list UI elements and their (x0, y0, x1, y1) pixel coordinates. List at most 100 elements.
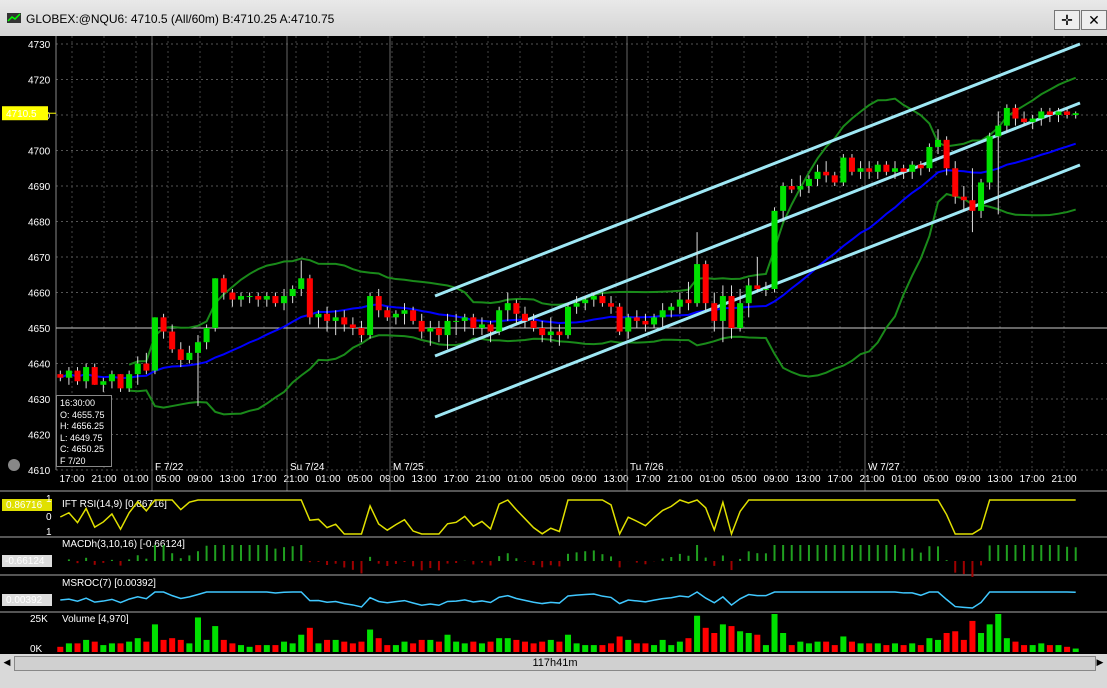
candle-body (608, 303, 615, 307)
candle-body (246, 296, 253, 298)
candle-body (694, 264, 701, 304)
volume-bar (909, 643, 916, 652)
candle-body (754, 285, 761, 289)
candle-body (134, 363, 141, 375)
candle-body (848, 157, 855, 172)
volume-bar (427, 639, 434, 652)
candle-body (762, 288, 769, 290)
volume-bar (83, 639, 90, 652)
time-tick-label: 01:00 (123, 474, 148, 485)
volume-bar (719, 624, 726, 652)
volume-bar (281, 641, 288, 652)
candle-body (298, 278, 305, 289)
chart-canvas[interactable]: 4730472047104700469046804670466046504640… (0, 0, 1107, 654)
scroll-right-icon[interactable]: ▶ (1094, 656, 1106, 669)
candle-body (410, 310, 417, 321)
time-tick-label: 05:00 (155, 474, 180, 485)
candle-body (160, 317, 167, 332)
candle-body (57, 374, 64, 378)
scroll-range-label: 117h41m (532, 657, 578, 669)
volume-bar (556, 641, 563, 652)
candle-body (74, 370, 81, 382)
tooltip-low: L: 4649.75 (60, 432, 103, 443)
candle-body (831, 175, 838, 183)
candle-body (367, 296, 374, 336)
volume-bar (91, 641, 98, 652)
candle-body (599, 296, 606, 304)
volume-bar (74, 643, 81, 652)
price-tick-label: 4700 (28, 147, 51, 158)
time-scrollbar[interactable]: ◀ 117h41m ▶ (0, 654, 1107, 688)
time-tick-label: 09:00 (187, 474, 212, 485)
volume-bar (453, 641, 460, 652)
candle-body (900, 168, 907, 172)
volume-bar (573, 643, 580, 652)
candle-body (203, 328, 210, 343)
volume-bar (134, 638, 141, 652)
volume-bar (521, 641, 528, 652)
candle-body (194, 342, 201, 353)
volume-bar (220, 639, 227, 652)
candle-body (547, 331, 554, 336)
candle-body (461, 317, 468, 321)
time-tick-label: 01:00 (315, 474, 340, 485)
candle-body (805, 178, 812, 186)
candle-body (1064, 111, 1071, 115)
volume-bar (194, 617, 201, 652)
price-tick-label: 4610 (28, 466, 51, 477)
volume-bar (840, 636, 847, 652)
time-tick-label: 21:00 (1051, 474, 1076, 485)
day-label: M 7/25 (393, 462, 424, 473)
tooltip-high: H: 4656.25 (60, 421, 105, 431)
price-tick-label: 4660 (28, 289, 51, 300)
candle-body (126, 374, 133, 389)
indicator-panel (0, 491, 1107, 537)
rsi-value-label: 0.86716 (6, 500, 43, 511)
candle-body (590, 296, 597, 300)
volume-bar (1055, 645, 1062, 652)
time-tick-label: 17:00 (827, 474, 852, 485)
volume-bar (375, 638, 382, 652)
scroll-track[interactable]: 117h41m (14, 656, 1096, 671)
time-tick-label: 21:00 (475, 474, 500, 485)
candle-body (349, 324, 356, 328)
candle-body (909, 164, 916, 172)
candle-body (926, 146, 933, 169)
volume-bar (367, 629, 374, 652)
volume-bar (237, 645, 245, 652)
volume-bar (1064, 646, 1071, 652)
volume-bar (332, 639, 339, 652)
candle-body (427, 328, 434, 332)
candle-body (642, 320, 649, 325)
volume-bar (229, 643, 236, 652)
candle-body (651, 317, 658, 325)
volume-bar (496, 638, 503, 652)
volume-bar (891, 643, 899, 652)
volume-bar (246, 646, 253, 652)
candle-body (418, 320, 425, 332)
volume-bar (788, 645, 795, 652)
volume-bar (1012, 641, 1019, 652)
volume-bar (470, 641, 477, 652)
time-tick-label: 13:00 (987, 474, 1012, 485)
candle-body (220, 278, 227, 293)
tooltip-time: 16:30:00 (60, 398, 96, 408)
time-tick-label: 13:00 (603, 474, 628, 485)
candle-body (212, 278, 219, 328)
candle-body (780, 186, 787, 211)
volume-bar (392, 645, 399, 652)
volume-bar (771, 614, 778, 652)
volume-bar (487, 641, 494, 652)
volume-bar (986, 624, 993, 652)
candle-body (470, 317, 477, 328)
candle-body (840, 157, 847, 183)
volume-bar (814, 641, 821, 652)
candle-body (995, 125, 1002, 137)
price-tick-label: 4670 (28, 253, 51, 264)
volume-bar (642, 643, 649, 652)
candle-body (263, 296, 270, 300)
volume-tick: 25K (30, 614, 48, 625)
volume-bar (780, 633, 787, 652)
scroll-left-icon[interactable]: ◀ (1, 656, 13, 669)
volume-bar (341, 641, 348, 652)
